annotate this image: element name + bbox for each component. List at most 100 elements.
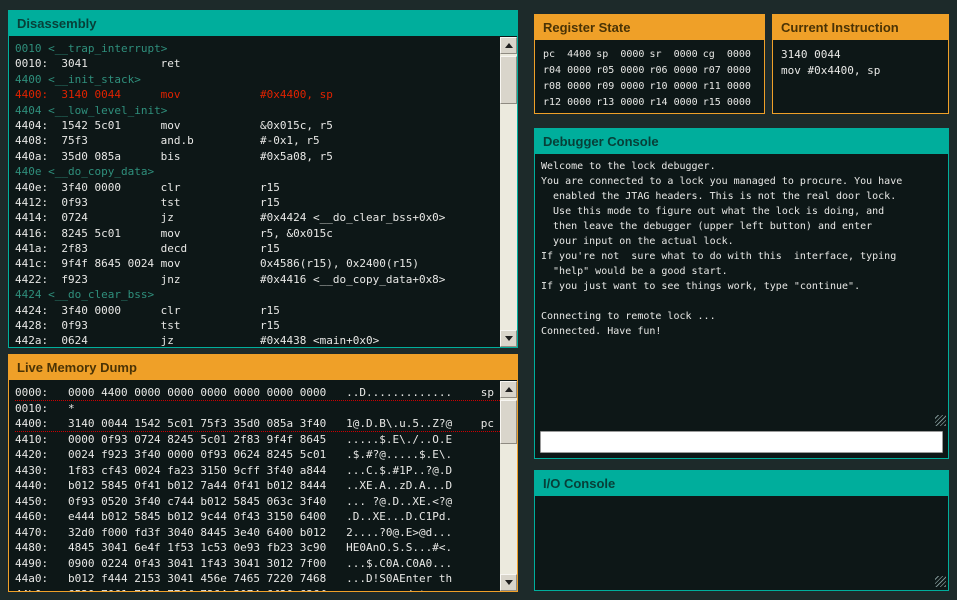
disasm-instruction-line[interactable]: 4412:0f93tstr15	[15, 195, 500, 210]
disasm-instruction-line[interactable]: 4422:f923jnz#0x4416 <__do_copy_data+0x8>	[15, 272, 500, 287]
memory-address: 4450:	[15, 494, 68, 510]
disasm-address: 4428:	[15, 318, 61, 333]
console-line: You are connected to a lock you managed …	[541, 174, 942, 189]
disasm-mnemonic: tst	[161, 318, 260, 333]
scrollbar-thumb[interactable]	[500, 56, 517, 104]
scrollbar-thumb[interactable]	[500, 400, 517, 444]
disasm-instruction-line[interactable]: 440a:35d0 085abis#0x5a08, r5	[15, 149, 500, 164]
io-console-title: I/O Console	[535, 471, 948, 496]
scroll-down-button[interactable]	[500, 330, 517, 347]
arrow-up-icon	[505, 43, 513, 48]
register-r12: r12 0000	[543, 95, 596, 111]
memory-address: 44a0:	[15, 571, 68, 587]
register-r08: r08 0000	[543, 79, 596, 95]
disasm-instruction-line[interactable]: 441a:2f83decdr15	[15, 241, 500, 256]
disasm-mnemonic: mov	[161, 118, 260, 133]
memory-address: 4430:	[15, 463, 68, 479]
disasm-instruction-line[interactable]: 4404:1542 5c01mov&0x015c, r5	[15, 118, 500, 133]
register-r11: r11 0000	[703, 79, 756, 95]
memory-row: 0000:0000 4400 0000 0000 0000 0000 0000 …	[15, 385, 500, 401]
console-line: "help" would be a good start.	[541, 264, 942, 279]
memory-address: 4410:	[15, 432, 68, 448]
memory-row: 0010:*	[15, 401, 500, 417]
disasm-mnemonic: clr	[161, 303, 260, 318]
register-r10: r10 0000	[650, 79, 703, 95]
disassembly-scrollbar[interactable]	[500, 37, 517, 347]
disasm-operands: &0x015c, r5	[260, 119, 333, 132]
io-console-panel: I/O Console	[534, 470, 949, 591]
memory-address: 4420:	[15, 447, 68, 463]
memory-hex: 1f83 cf43 0024 fa23 3150 9cff 3f40 a844	[68, 463, 346, 479]
disasm-bytes: 0724	[61, 210, 160, 225]
disasm-instruction-line[interactable]: 442a:0624jz#0x4438 <main+0x0>	[15, 333, 500, 347]
disasm-instruction-line[interactable]: 4408:75f3and.b#-0x1, r5	[15, 133, 500, 148]
resize-grip[interactable]	[935, 576, 946, 587]
disasm-mnemonic: decd	[161, 241, 260, 256]
disasm-bytes: 0f93	[61, 318, 160, 333]
disasm-mnemonic: tst	[161, 195, 260, 210]
memory-hex: e444 b012 5845 b012 9c44 0f43 3150 6400	[68, 509, 346, 525]
resize-grip[interactable]	[935, 415, 946, 426]
memory-address: 4440:	[15, 478, 68, 494]
disasm-operands: r15	[260, 196, 280, 209]
scroll-down-button[interactable]	[500, 574, 517, 591]
disasm-symbol-line: 0010 <__trap_interrupt>	[15, 41, 500, 56]
memory-row: 4400:3140 0044 1542 5c01 75f3 35d0 085a …	[15, 416, 500, 432]
disasm-bytes: 1542 5c01	[61, 118, 160, 133]
disasm-address: 0010:	[15, 56, 61, 71]
memory-pointer-label: pc	[481, 416, 500, 431]
memory-hex: 0f93 0520 3f40 c744 b012 5845 063c 3f40	[68, 494, 346, 510]
memory-row: 4450:0f93 0520 3f40 c744 b012 5845 063c …	[15, 494, 500, 510]
console-line: If you just want to see things work, typ…	[541, 279, 942, 294]
register-sp: sp 0000	[596, 47, 649, 63]
disasm-instruction-line[interactable]: 4428:0f93tstr15	[15, 318, 500, 333]
memory-scrollbar[interactable]	[500, 381, 517, 591]
memory-ascii: HE0AnO.S.S...#<.	[346, 540, 459, 556]
scroll-up-button[interactable]	[500, 381, 517, 398]
disasm-instruction-line[interactable]: 0010:3041ret	[15, 56, 500, 71]
console-line: your input on the actual lock.	[541, 234, 942, 249]
console-line: Connected. Have fun!	[541, 324, 942, 339]
scroll-up-button[interactable]	[500, 37, 517, 54]
disasm-bytes: 3f40 0000	[61, 303, 160, 318]
disasm-mnemonic: jz	[161, 210, 260, 225]
disasm-instruction-line[interactable]: 4416:8245 5c01movr5, &0x015c	[15, 226, 500, 241]
disasm-address: 4400:	[15, 87, 61, 102]
disasm-operands: #0x4416 <__do_copy_data+0x8>	[260, 273, 445, 286]
debugger-console-input[interactable]	[540, 431, 943, 453]
disasm-operands: #0x5a08, r5	[260, 150, 333, 163]
disasm-instruction-line[interactable]: 4414:0724jz#0x4424 <__do_clear_bss+0x0>	[15, 210, 500, 225]
memory-rows: 0000:0000 4400 0000 0000 0000 0000 0000 …	[9, 381, 500, 591]
arrow-down-icon	[505, 336, 513, 341]
disasm-instruction-line[interactable]: 440e:3f40 0000clrr15	[15, 180, 500, 195]
disasm-mnemonic: bis	[161, 149, 260, 164]
memory-hex: 0000 0f93 0724 8245 5c01 2f83 9f4f 8645	[68, 432, 346, 448]
memory-ascii: ..XE.A..zD.A...D	[346, 478, 459, 494]
disasm-symbol-line: 440e <__do_copy_data>	[15, 164, 500, 179]
memory-row: 4420:0024 f923 3f40 0000 0f93 0624 8245 …	[15, 447, 500, 463]
memory-address: 44b0:	[15, 587, 68, 592]
disasm-instruction-line[interactable]: 4400:3140 0044mov#0x4400, sp	[15, 87, 500, 102]
memory-ascii: ... ?@.D..XE.<?@	[346, 494, 459, 510]
disasm-bytes: 0f93	[61, 195, 160, 210]
disasm-address: 4416:	[15, 226, 61, 241]
debugger-console-lines: Welcome to the lock debugger.You are con…	[535, 155, 948, 339]
disasm-instruction-line[interactable]: 4424:3f40 0000clrr15	[15, 303, 500, 318]
register-cg: cg 0000	[703, 47, 756, 63]
register-r14: r14 0000	[650, 95, 703, 111]
disasm-operands: #0x4438 <main+0x0>	[260, 334, 379, 347]
current-instruction-text: mov #0x4400, sp	[781, 63, 940, 79]
register-pc: pc 4400	[543, 47, 596, 63]
register-grid: pc 4400sp 0000sr 0000cg 0000r04 0000r05 …	[535, 41, 764, 111]
disasm-instruction-line[interactable]: 441c:9f4f 8645 0024mov0x4586(r15), 0x240…	[15, 256, 500, 271]
register-state-title: Register State	[535, 15, 764, 40]
disasm-bytes: f923	[61, 272, 160, 287]
console-line	[541, 294, 942, 309]
disasm-mnemonic: clr	[161, 180, 260, 195]
memory-address: 0010:	[15, 401, 68, 417]
disasm-operands: #0x4400, sp	[260, 88, 333, 101]
disasm-address: 442a:	[15, 333, 61, 347]
disasm-operands: 0x4586(r15), 0x2400(r15)	[260, 257, 419, 270]
memory-address: 0000:	[15, 385, 68, 400]
memory-ascii: .D..XE...D.C1Pd.	[346, 509, 459, 525]
